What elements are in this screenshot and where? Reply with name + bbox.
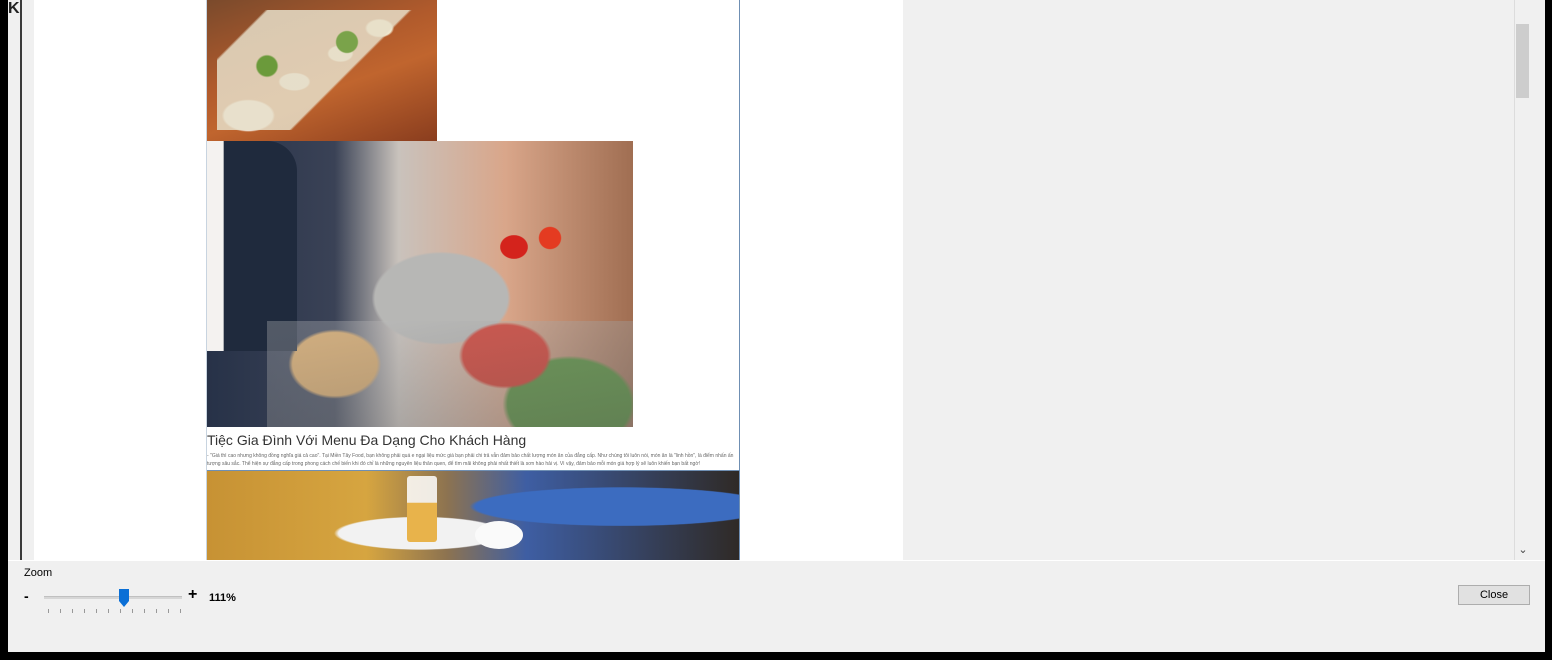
document-column: Tiệc Gia Đình Với Menu Đa Dạng Cho Khách… [206,0,740,560]
vertical-scrollbar[interactable]: ⌄ [1514,0,1529,560]
left-gutter: K [8,0,22,560]
zoom-slider-thumb[interactable] [119,589,129,607]
section-body-text: - "Giá thì cao nhưng không đồng nghĩa gi… [207,453,734,467]
zoom-label: Zoom [24,567,53,579]
seafood-buffet-image [207,0,437,141]
buffet-counter-image [207,141,633,427]
preview-viewport[interactable]: K Tiệc Gia Đình Với Menu Đa Dạng Cho Khá… [8,0,1529,560]
divider [8,560,1545,561]
scrollbar-thumb[interactable] [1516,24,1529,98]
close-button[interactable]: Close [1458,585,1530,605]
corner-marker-icon: K [8,0,22,18]
zoom-slider[interactable] [44,596,182,599]
chevron-down-icon[interactable]: ⌄ [1515,542,1529,558]
section-heading: Tiệc Gia Đình Với Menu Đa Dạng Cho Khách… [207,432,527,448]
zoom-in-button[interactable]: + [188,586,197,604]
zoom-out-button[interactable]: - [24,588,29,604]
family-dinner-image [207,471,739,560]
zoom-slider-ticks [48,609,186,615]
zoom-percentage: 111% [209,592,236,604]
print-preview-window: K Tiệc Gia Đình Với Menu Đa Dạng Cho Khá… [8,0,1545,652]
